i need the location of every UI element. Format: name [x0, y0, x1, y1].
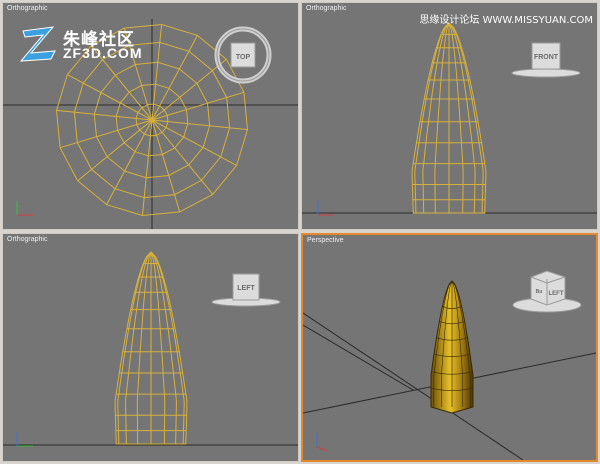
watermark-site-text: 思缘设计论坛 WWW.MISSYUAN.COM	[419, 15, 593, 26]
viewcube-side-label: Bu	[536, 289, 543, 295]
viewcube-icon: FRONT	[511, 42, 581, 78]
viewport-left[interactable]: Orthographic LEFT	[2, 233, 299, 462]
left-wireframe	[114, 251, 188, 445]
axis-tripod-icon	[16, 201, 33, 216]
wire-spoke	[59, 119, 153, 149]
viewport-perspective[interactable]: Perspective LEFT Bu	[301, 233, 598, 462]
viewcube-icon: LEFT	[211, 273, 281, 307]
z-logo-icon: 朱峰社区 ZF3D.COM	[19, 23, 169, 68]
perspective-view-canvas: LEFT Bu	[303, 270, 596, 460]
viewcube-icon: TOP	[214, 26, 272, 84]
wire-spoke	[151, 91, 245, 121]
wire-spoke	[151, 58, 227, 121]
viewcube-face-label: LEFT	[237, 285, 255, 292]
wire-spoke	[151, 119, 181, 213]
viewport-top[interactable]: Orthographic TOP 朱峰社区 ZF3D.COM	[2, 2, 299, 230]
wire-spoke	[151, 119, 214, 195]
logo-english-text: ZF3D.COM	[63, 45, 143, 61]
front-wireframe	[411, 22, 487, 214]
viewcube-face-label: LEFT	[549, 291, 564, 297]
left-view-canvas: LEFT	[3, 251, 298, 447]
wire-spoke	[77, 119, 153, 182]
viewcube-face-label: FRONT	[534, 54, 559, 61]
viewcube-icon: LEFT Bu	[512, 270, 582, 313]
perspective-bullet-mesh	[430, 280, 474, 414]
front-view-canvas: FRONT	[302, 22, 597, 216]
viewport-front[interactable]: Orthographic FRONT 思缘设计论坛 WWW.MISSYUAN.C…	[301, 2, 598, 230]
viewcube-face-label: TOP	[236, 54, 251, 61]
axis-tripod-icon	[316, 433, 328, 452]
axis-tripod-icon	[16, 432, 33, 447]
